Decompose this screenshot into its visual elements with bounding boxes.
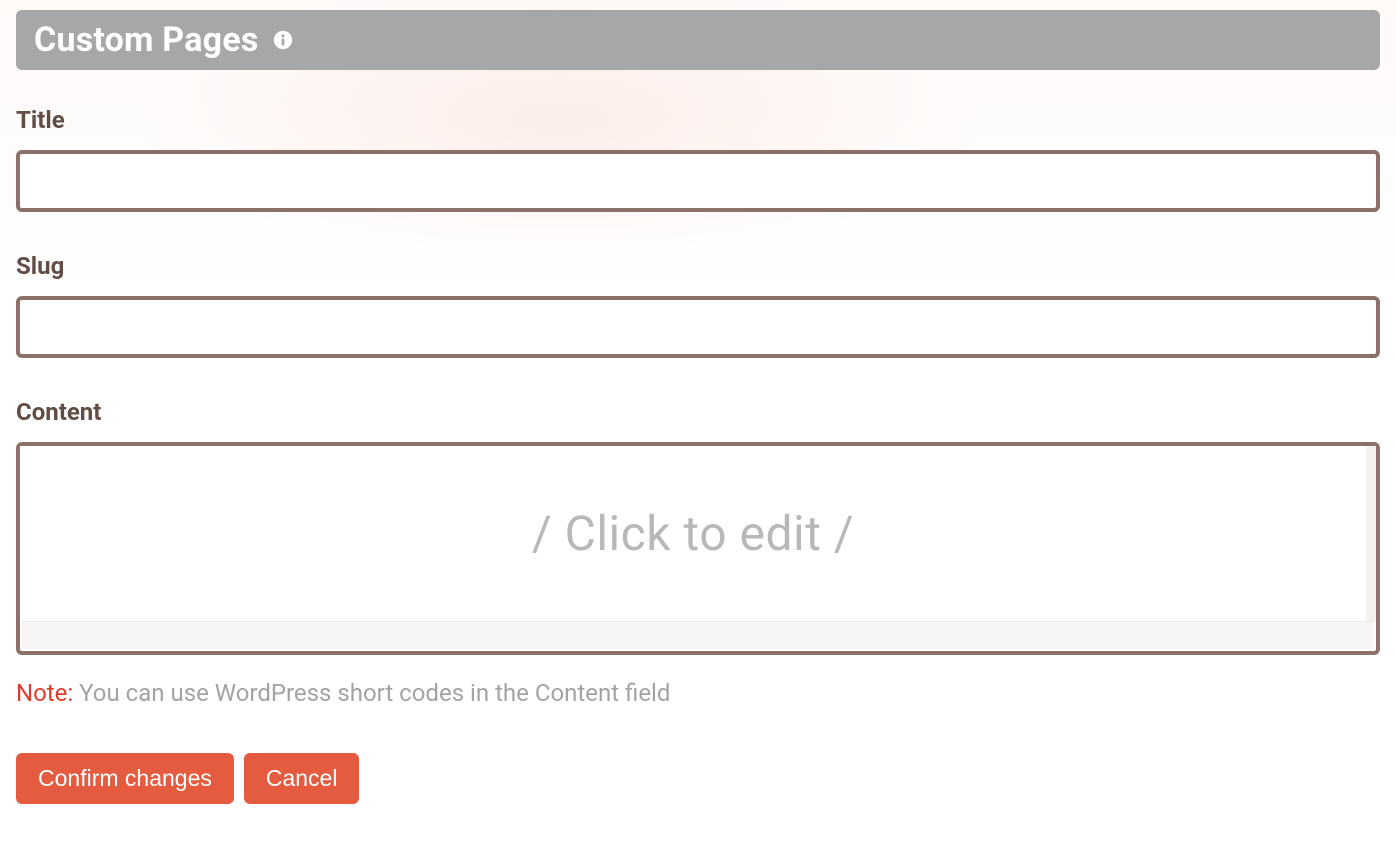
title-input[interactable]	[16, 150, 1380, 212]
content-label: Content	[16, 398, 1380, 426]
panel-header: Custom Pages	[16, 10, 1380, 70]
title-field-group: Title	[16, 106, 1380, 212]
cancel-button[interactable]: Cancel	[244, 753, 360, 804]
content-box: / Click to edit /	[16, 442, 1380, 655]
title-label: Title	[16, 106, 1380, 134]
button-row: Confirm changes Cancel	[16, 753, 1380, 804]
confirm-button[interactable]: Confirm changes	[16, 753, 234, 804]
panel-title: Custom Pages	[34, 20, 258, 60]
note-label: Note:	[16, 679, 73, 707]
slug-field-group: Slug	[16, 252, 1380, 358]
note-line: Note: You can use WordPress short codes …	[16, 679, 1380, 707]
content-footer-bar	[22, 621, 1374, 649]
slug-input[interactable]	[16, 296, 1380, 358]
info-icon[interactable]	[272, 29, 294, 51]
content-field-group: Content / Click to edit /	[16, 398, 1380, 655]
note-text: You can use WordPress short codes in the…	[73, 679, 670, 707]
slug-label: Slug	[16, 252, 1380, 280]
content-editor[interactable]: / Click to edit /	[20, 446, 1376, 621]
